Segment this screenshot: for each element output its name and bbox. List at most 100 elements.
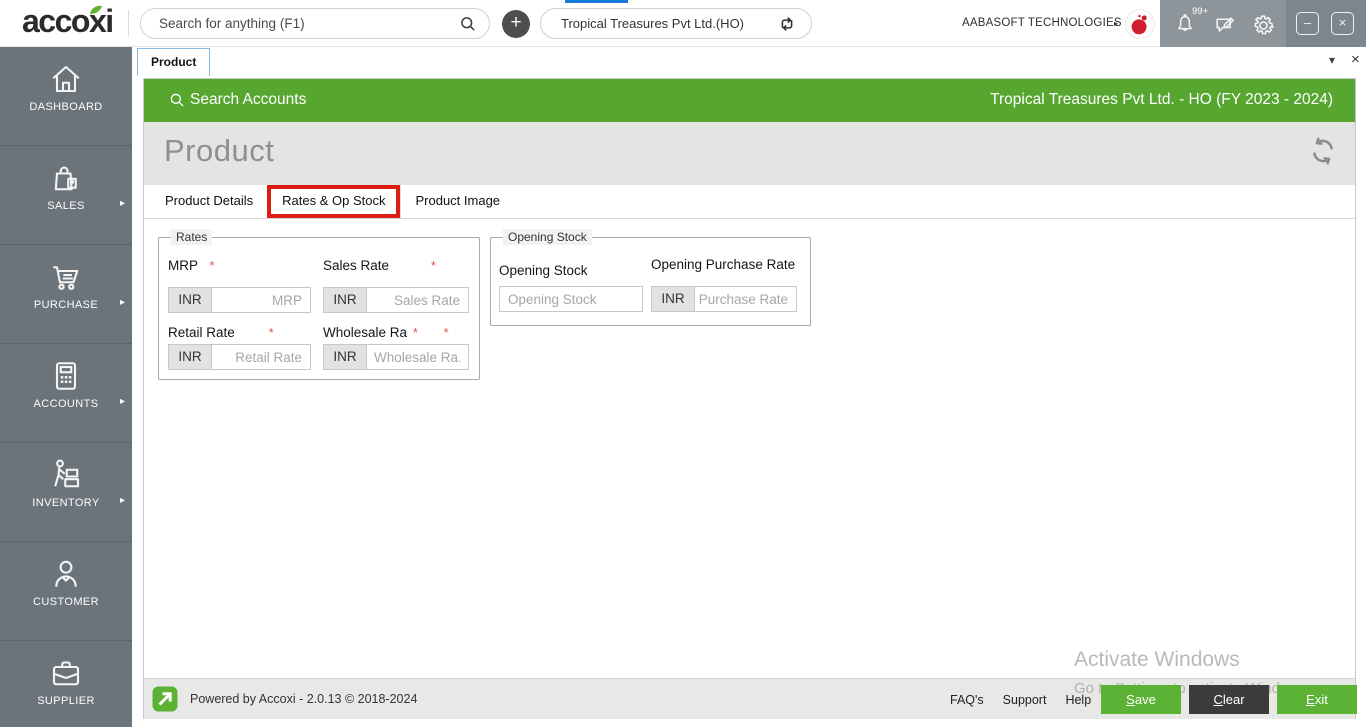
company-fiscal-year: Tropical Treasures Pvt Ltd. - HO (FY 202… [990, 79, 1333, 121]
window-controls: – × [1286, 0, 1366, 47]
currency-prefix: INR [323, 287, 367, 313]
chevron-right-icon: ▸ [120, 297, 125, 308]
divider [128, 10, 129, 37]
retail-rate-input-group: INR [168, 344, 311, 370]
sidebar-item-supplier[interactable]: SUPPLIER [0, 655, 132, 727]
sidebar-item-dashboard[interactable]: DASHBOARD [0, 61, 132, 146]
avatar[interactable] [1125, 9, 1155, 39]
messages-icon[interactable] [1213, 13, 1238, 38]
hand-truck-icon [48, 457, 84, 493]
search-accounts-label: Search Accounts [190, 79, 306, 121]
sidebar-item-inventory[interactable]: INVENTORY ▸ [0, 457, 132, 542]
mrp-label: MRP * [168, 258, 215, 273]
shopping-bag-icon [48, 160, 84, 196]
chevron-right-icon: ▸ [120, 495, 125, 506]
tab-list-caret-icon[interactable]: ▾ [1329, 53, 1335, 67]
account-name: AABASOFT TECHNOLOGIES [962, 17, 1122, 29]
chevron-right-icon: ▸ [1114, 19, 1118, 28]
cart-icon [48, 259, 84, 295]
sidebar-item-customer[interactable]: CUSTOMER [0, 556, 132, 641]
sales-rate-input[interactable] [367, 287, 469, 313]
global-search-input[interactable] [141, 9, 459, 38]
product-tabs: Product Details Rates & Op Stock Product… [144, 185, 1355, 219]
page-header: Product [144, 122, 1355, 185]
required-marker: * [269, 325, 274, 340]
accoxi-window: accoxi + Tropical Treasures Pvt Ltd.(HO)… [0, 0, 1366, 727]
calculator-icon [48, 358, 84, 394]
tab-product-details[interactable]: Product Details [151, 185, 267, 218]
opening-stock-legend: Opening Stock [503, 229, 592, 245]
close-button[interactable]: × [1331, 12, 1354, 35]
top-bar: accoxi + Tropical Treasures Pvt Ltd.(HO)… [0, 0, 1366, 47]
sales-rate-input-group: INR [323, 287, 469, 313]
page-title: Product [164, 133, 274, 169]
wholesale-rate-label: Wholesale Ra * * [323, 325, 449, 340]
powered-by-text: Powered by Accoxi - 2.0.13 © 2018-2024 [190, 679, 417, 720]
company-selector-label: Tropical Treasures Pvt Ltd.(HO) [561, 9, 744, 38]
company-selector[interactable]: Tropical Treasures Pvt Ltd.(HO) [540, 8, 812, 39]
opening-purchase-rate-input-group: INR [651, 286, 797, 312]
sidebar-nav: DASHBOARD SALES ▸ PURCHASE ▸ ACCOUNTS ▸ [0, 47, 132, 727]
rates-section: Rates MRP * Sales Rate * INR INR [158, 229, 480, 380]
notification-badge: 99+ [1192, 6, 1208, 17]
footer-buttons: Save Clear Exit [1101, 685, 1357, 714]
support-link[interactable]: Support [1003, 693, 1047, 707]
required-marker: * [210, 258, 215, 273]
footer-bar: Powered by Accoxi - 2.0.13 © 2018-2024 F… [144, 678, 1355, 719]
account-menu[interactable]: AABASOFT TECHNOLOGIES [962, 0, 1122, 47]
faqs-link[interactable]: FAQ's [950, 693, 984, 707]
currency-prefix: INR [651, 286, 695, 312]
help-link[interactable]: Help [1065, 693, 1091, 707]
briefcase-icon [48, 655, 84, 691]
sidebar-item-purchase[interactable]: PURCHASE ▸ [0, 259, 132, 344]
minimize-button[interactable]: – [1296, 12, 1319, 35]
top-accent-line [565, 0, 628, 3]
required-marker: * [431, 258, 436, 273]
required-marker: * [444, 325, 449, 340]
sidebar-item-accounts[interactable]: ACCOUNTS ▸ [0, 358, 132, 443]
save-button[interactable]: Save [1101, 685, 1181, 714]
retail-rate-input[interactable] [212, 344, 311, 370]
tab-product-image[interactable]: Product Image [400, 185, 514, 218]
quick-add-button[interactable]: + [502, 10, 530, 38]
sales-rate-label: Sales Rate * [323, 258, 436, 273]
product-module-frame: Search Accounts Tropical Treasures Pvt L… [143, 78, 1356, 719]
currency-prefix: INR [323, 344, 367, 370]
footer-links: FAQ's Support Help [950, 679, 1091, 720]
search-icon[interactable] [458, 14, 478, 34]
opening-stock-section: Opening Stock Opening Stock Opening Purc… [490, 229, 811, 326]
person-icon [48, 556, 84, 592]
retail-rate-label: Retail Rate * [168, 325, 274, 340]
exit-button[interactable]: Exit [1277, 685, 1357, 714]
window-tab-product[interactable]: Product [137, 48, 210, 76]
tab-close-icon[interactable]: × [1351, 51, 1360, 68]
wholesale-rate-input-group: INR [323, 344, 469, 370]
leaf-icon [88, 4, 104, 16]
rates-legend: Rates [171, 229, 212, 245]
clear-button[interactable]: Clear [1189, 685, 1269, 714]
search-accounts-bar[interactable]: Search Accounts Tropical Treasures Pvt L… [144, 79, 1355, 122]
global-search [140, 8, 490, 39]
settings-gear-icon[interactable] [1251, 13, 1276, 38]
refresh-icon[interactable] [1309, 137, 1337, 165]
titlebar-icons: 99+ [1160, 0, 1286, 47]
tab-rates-op-stock[interactable]: Rates & Op Stock [267, 185, 400, 218]
opening-purchase-rate-label: Opening Purchase Rate [651, 257, 795, 272]
search-icon [168, 91, 186, 109]
wholesale-rate-input[interactable] [367, 344, 469, 370]
opening-stock-label: Opening Stock [499, 263, 588, 278]
main-area: Product ▾ × Search Accounts Tropical Tre… [132, 47, 1366, 727]
currency-prefix: INR [168, 287, 212, 313]
home-icon [48, 61, 84, 97]
sidebar-item-sales[interactable]: SALES ▸ [0, 160, 132, 245]
required-marker: * [413, 325, 418, 340]
chevron-right-icon: ▸ [120, 396, 125, 407]
switch-company-icon[interactable] [776, 13, 798, 35]
accoxi-footer-logo-icon [151, 685, 179, 713]
currency-prefix: INR [168, 344, 212, 370]
mrp-input-group: INR [168, 287, 311, 313]
mrp-input[interactable] [212, 287, 311, 313]
chevron-right-icon: ▸ [120, 198, 125, 209]
opening-stock-input[interactable] [499, 286, 643, 312]
opening-purchase-rate-input[interactable] [695, 286, 797, 312]
